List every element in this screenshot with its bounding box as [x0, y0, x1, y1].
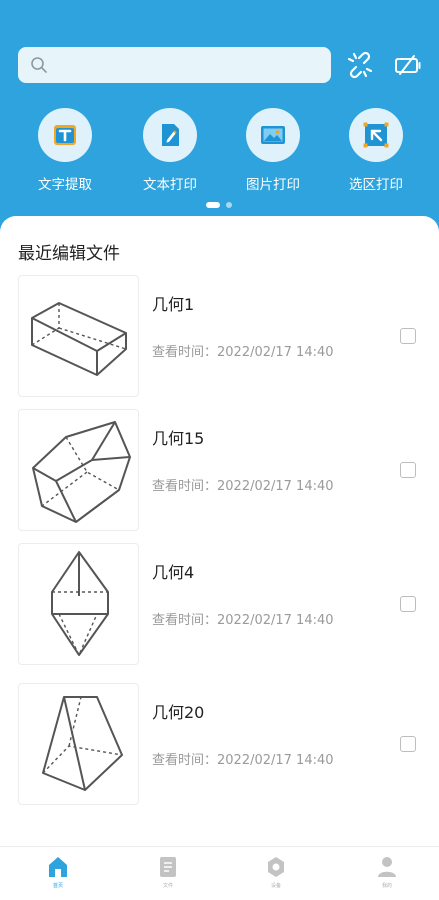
carousel-dot-active[interactable]: [206, 202, 220, 208]
carousel-dot[interactable]: [226, 202, 232, 208]
hexagonal-prism-shape: [32, 421, 131, 523]
file-checkbox[interactable]: [400, 328, 416, 344]
search-bar[interactable]: [18, 47, 331, 83]
file-icon: [160, 857, 176, 877]
tab-home[interactable]: 首页: [3, 847, 113, 900]
action-text-extract[interactable]: 文字提取: [20, 108, 110, 198]
file-row[interactable]: 几何1 查看时间：2022/02/17 14:40: [0, 275, 439, 397]
header: 文字提取 文本打印 图片打印 选区打印: [0, 0, 439, 240]
search-icon: [31, 57, 47, 73]
device-settings-icon: [268, 857, 284, 877]
battery-slash-icon[interactable]: [393, 50, 423, 80]
file-time: 查看时间：2022/02/17 14:40: [152, 613, 334, 628]
frustum-shape: [42, 696, 123, 791]
action-label: 选区打印: [349, 177, 403, 193]
user-icon: [378, 857, 396, 877]
tab-profile[interactable]: 我的: [332, 847, 439, 900]
tab-label: 设备: [270, 883, 281, 889]
action-region-print[interactable]: 选区打印: [331, 108, 421, 198]
recent-files-panel: 最近编辑文件 几何1 查看时间：2022/02/17 14:40 几何15 查看…: [0, 216, 439, 846]
file-checkbox[interactable]: [400, 596, 416, 612]
bottom-tab-bar: 首页 文件 设备 我的: [0, 846, 439, 900]
quick-actions: 文字提取 文本打印 图片打印 选区打印: [0, 108, 439, 198]
bipyramid-shape: [51, 551, 109, 657]
action-label: 文字提取: [38, 177, 92, 193]
action-circle: [246, 108, 300, 162]
file-name: 几何4: [152, 563, 195, 582]
action-circle: [38, 108, 92, 162]
file-row[interactable]: 几何15 查看时间：2022/02/17 14:40: [0, 409, 439, 531]
tab-label: 文件: [162, 883, 173, 889]
region-print-icon: [363, 122, 389, 148]
text-extract-icon: [54, 125, 76, 145]
file-thumbnail: [18, 683, 139, 805]
tab-files[interactable]: 文件: [113, 847, 223, 900]
file-thumbnail: [18, 275, 139, 397]
file-checkbox[interactable]: [400, 462, 416, 478]
file-time: 查看时间：2022/02/17 14:40: [152, 479, 334, 494]
file-time: 查看时间：2022/02/17 14:40: [152, 753, 334, 768]
file-thumbnail: [18, 409, 139, 531]
action-circle: [143, 108, 197, 162]
action-label: 文本打印: [143, 177, 197, 193]
action-label: 图片打印: [246, 177, 300, 193]
unlink-icon[interactable]: [345, 50, 375, 80]
file-name: 几何20: [152, 703, 205, 722]
file-name: 几何15: [152, 429, 205, 448]
text-print-icon: [162, 124, 179, 146]
file-time: 查看时间：2022/02/17 14:40: [152, 345, 334, 360]
tab-device[interactable]: 设备: [221, 847, 331, 900]
tab-label: 首页: [52, 883, 63, 889]
file-name: 几何1: [152, 295, 195, 314]
file-thumbnail: [18, 543, 139, 665]
home-icon: [49, 857, 67, 877]
action-circle: [349, 108, 403, 162]
tab-label: 我的: [381, 883, 392, 889]
file-row[interactable]: 几何4 查看时间：2022/02/17 14:40: [0, 543, 439, 665]
section-title: 最近编辑文件: [18, 244, 120, 264]
cuboid-shape: [31, 302, 127, 376]
image-print-icon: [261, 126, 285, 144]
file-row[interactable]: 几何20 查看时间：2022/02/17 14:40: [0, 683, 439, 805]
file-checkbox[interactable]: [400, 736, 416, 752]
search-input[interactable]: [56, 47, 321, 83]
action-image-print[interactable]: 图片打印: [228, 108, 318, 198]
action-text-print[interactable]: 文本打印: [125, 108, 215, 198]
